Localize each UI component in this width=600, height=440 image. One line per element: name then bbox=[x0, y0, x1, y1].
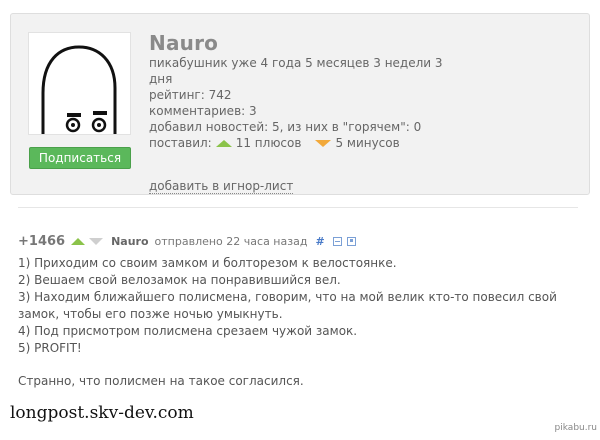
post-rating: +1466 bbox=[18, 233, 66, 249]
comments-count: комментариев: 3 bbox=[149, 104, 257, 118]
pluses-count: 11 плюсов bbox=[235, 136, 302, 150]
divider bbox=[18, 207, 578, 208]
downvote-icon bbox=[315, 139, 332, 147]
upvote-icon bbox=[215, 139, 232, 147]
voted-label: поставил: bbox=[149, 136, 212, 150]
profile-info: пикабушник уже 4 года 5 месяцев 3 недели… bbox=[149, 55, 459, 151]
post-line: 5) PROFIT! bbox=[18, 341, 82, 355]
permalink-hash[interactable]: # bbox=[315, 235, 324, 248]
tenure-text: пикабушник уже 4 года 5 месяцев 3 недели… bbox=[149, 56, 443, 86]
post-meta: +1466 Nauro отправлено 22 часа назад # bbox=[18, 232, 361, 250]
rating-text: рейтинг: 742 bbox=[149, 88, 232, 102]
post-line: 4) Под присмотром полисмена срезаем чужо… bbox=[18, 324, 358, 338]
minuses-count: 5 минусов bbox=[335, 136, 400, 150]
save-icon[interactable] bbox=[346, 236, 356, 246]
avatar-face-icon bbox=[41, 45, 117, 134]
subscribe-button[interactable]: Подписаться bbox=[29, 147, 131, 169]
upvote-button[interactable] bbox=[71, 237, 86, 245]
post-author[interactable]: Nauro bbox=[111, 235, 148, 248]
avatar[interactable] bbox=[28, 32, 131, 135]
post-line: 3) Находим ближайшего полисмена, говорим… bbox=[18, 290, 557, 321]
site-watermark: pikabu.ru bbox=[554, 423, 597, 433]
post-line: 1) Приходим со своим замком и болторезом… bbox=[18, 256, 397, 270]
ignore-list-link[interactable]: добавить в игнор-лист bbox=[149, 179, 294, 194]
collapse-icon[interactable] bbox=[332, 236, 342, 246]
downvote-button[interactable] bbox=[89, 237, 104, 245]
profile-card: Подписаться Nauro пикабушник уже 4 года … bbox=[10, 13, 590, 195]
news-count: добавил новостей: 5, из них в "горячем":… bbox=[149, 120, 422, 134]
source-watermark: longpost.skv-dev.com bbox=[10, 403, 194, 423]
username[interactable]: Nauro bbox=[149, 31, 218, 55]
post-time: отправлено 22 часа назад bbox=[154, 234, 308, 248]
post-line: 2) Вешаем свой велозамок на понравившийс… bbox=[18, 273, 341, 287]
votes-row: поставил: 11 плюсов 5 минусов bbox=[149, 135, 459, 151]
post-closing: Странно, что полисмен на такое согласилс… bbox=[18, 374, 304, 388]
post-body: 1) Приходим со своим замком и болторезом… bbox=[18, 255, 578, 390]
